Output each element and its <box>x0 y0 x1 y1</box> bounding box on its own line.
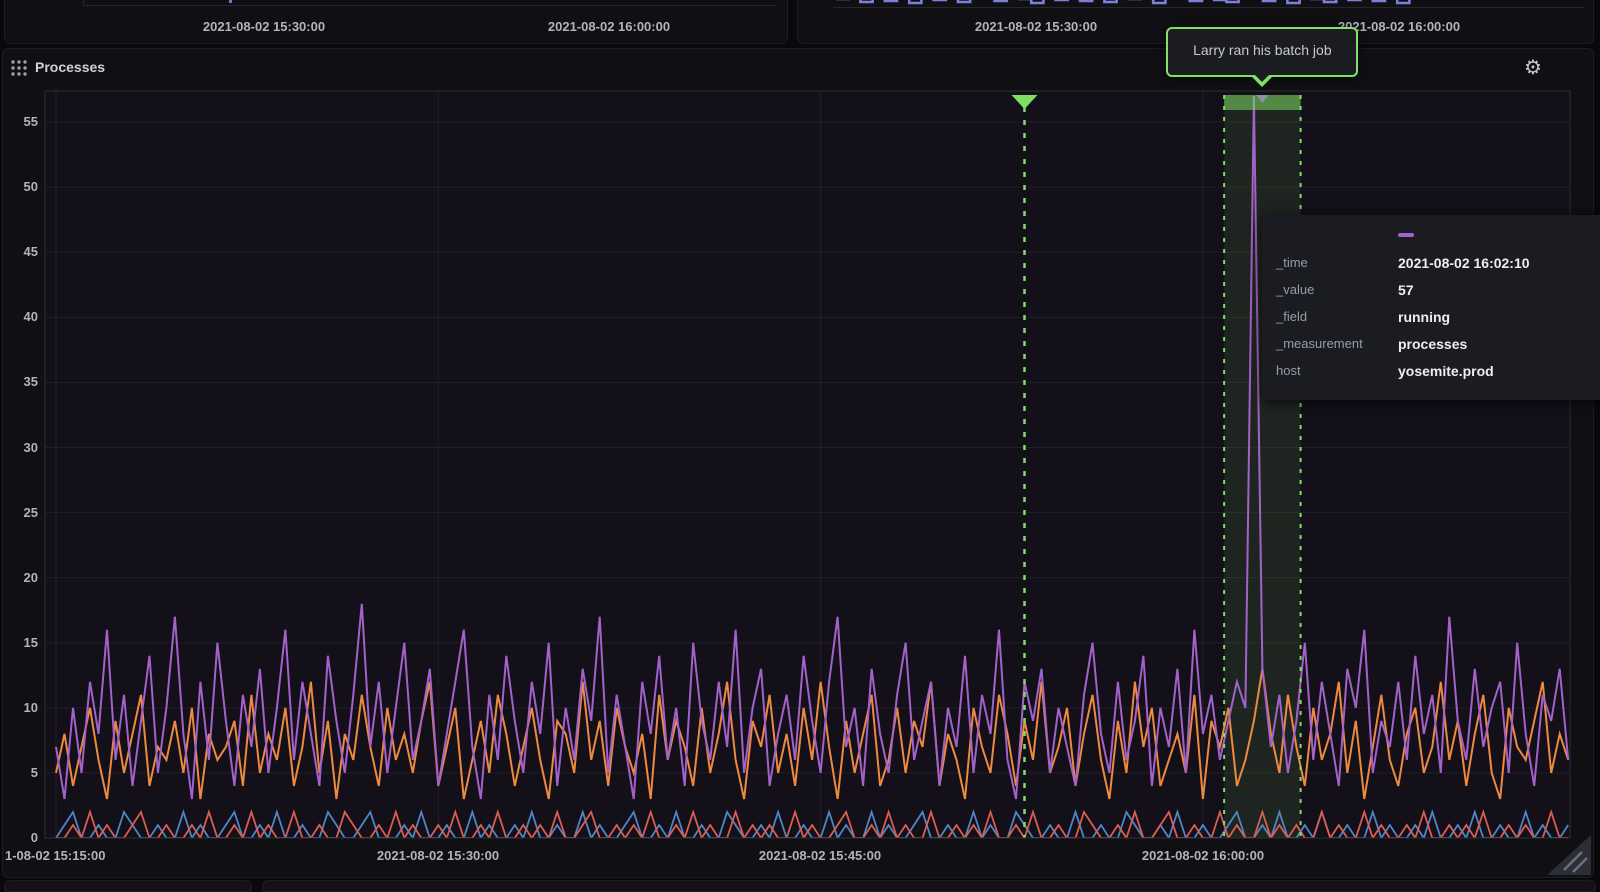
y-tick-label: 25 <box>23 504 38 520</box>
gear-icon[interactable]: ⚙ <box>1520 55 1546 81</box>
y-tick-label: 0 <box>30 830 38 845</box>
x-tick-label: 2021-08-02 15:45:00 <box>758 848 882 863</box>
annotation-tooltip-text: Larry ran his batch job <box>1193 42 1332 58</box>
y-tick-label: 45 <box>23 244 38 260</box>
tooltip-field-label: _field <box>1276 309 1308 324</box>
tooltip-field-value: 57 <box>1398 281 1414 298</box>
tooltip-arrow-fill <box>1253 73 1272 82</box>
tooltip-field-value: yosemite.prod <box>1398 362 1494 379</box>
tooltip-field-label: _time <box>1276 255 1308 270</box>
y-tick-label: 40 <box>23 309 38 325</box>
x-tick-label: 1-08-02 15:15:00 <box>5 848 106 863</box>
tooltip-field-value: processes <box>1398 335 1468 352</box>
y-tick-label: 50 <box>23 179 38 195</box>
annotation-tooltip: Larry ran his batch job <box>1166 27 1359 87</box>
tooltip-row: _field running <box>1262 303 1600 330</box>
y-tick-label: 15 <box>23 634 38 650</box>
series-tooltip: _time 2021-08-02 16:02:10 _value 57 _fie… <box>1262 215 1600 400</box>
y-tick-label: 30 <box>23 439 38 455</box>
tooltip-row: _value 57 <box>1262 276 1600 303</box>
tooltip-field-label: _value <box>1276 282 1315 297</box>
y-tick-label: 20 <box>23 569 38 585</box>
tooltip-field-label: _measurement <box>1276 336 1363 351</box>
tooltip-row: _measurement processes <box>1262 330 1600 357</box>
tooltip-field-value: 2021-08-02 16:02:10 <box>1398 254 1530 271</box>
tooltip-row: _time 2021-08-02 16:02:10 <box>1262 249 1600 276</box>
series-color-swatch <box>1398 233 1414 237</box>
drag-handle-icon[interactable] <box>10 59 28 77</box>
x-tick-label: 2021-08-02 16:00:00 <box>1141 848 1265 863</box>
x-tick-label: 2021-08-02 15:30:00 <box>376 848 500 863</box>
processes-chart[interactable] <box>0 0 1600 887</box>
y-tick-label: 10 <box>23 699 38 715</box>
y-tick-label: 35 <box>23 374 38 390</box>
dashboard-page: { "top_left_panel": { "x_labels": ["2021… <box>0 0 1600 892</box>
tooltip-field-label: host <box>1276 363 1301 378</box>
tooltip-field-value: running <box>1398 308 1451 325</box>
y-tick-label: 55 <box>23 114 38 130</box>
panel-title: Processes <box>35 59 106 75</box>
y-tick-label: 5 <box>30 764 38 780</box>
annotation-region-fill <box>1224 95 1301 838</box>
tooltip-row: host yosemite.prod <box>1262 357 1600 384</box>
